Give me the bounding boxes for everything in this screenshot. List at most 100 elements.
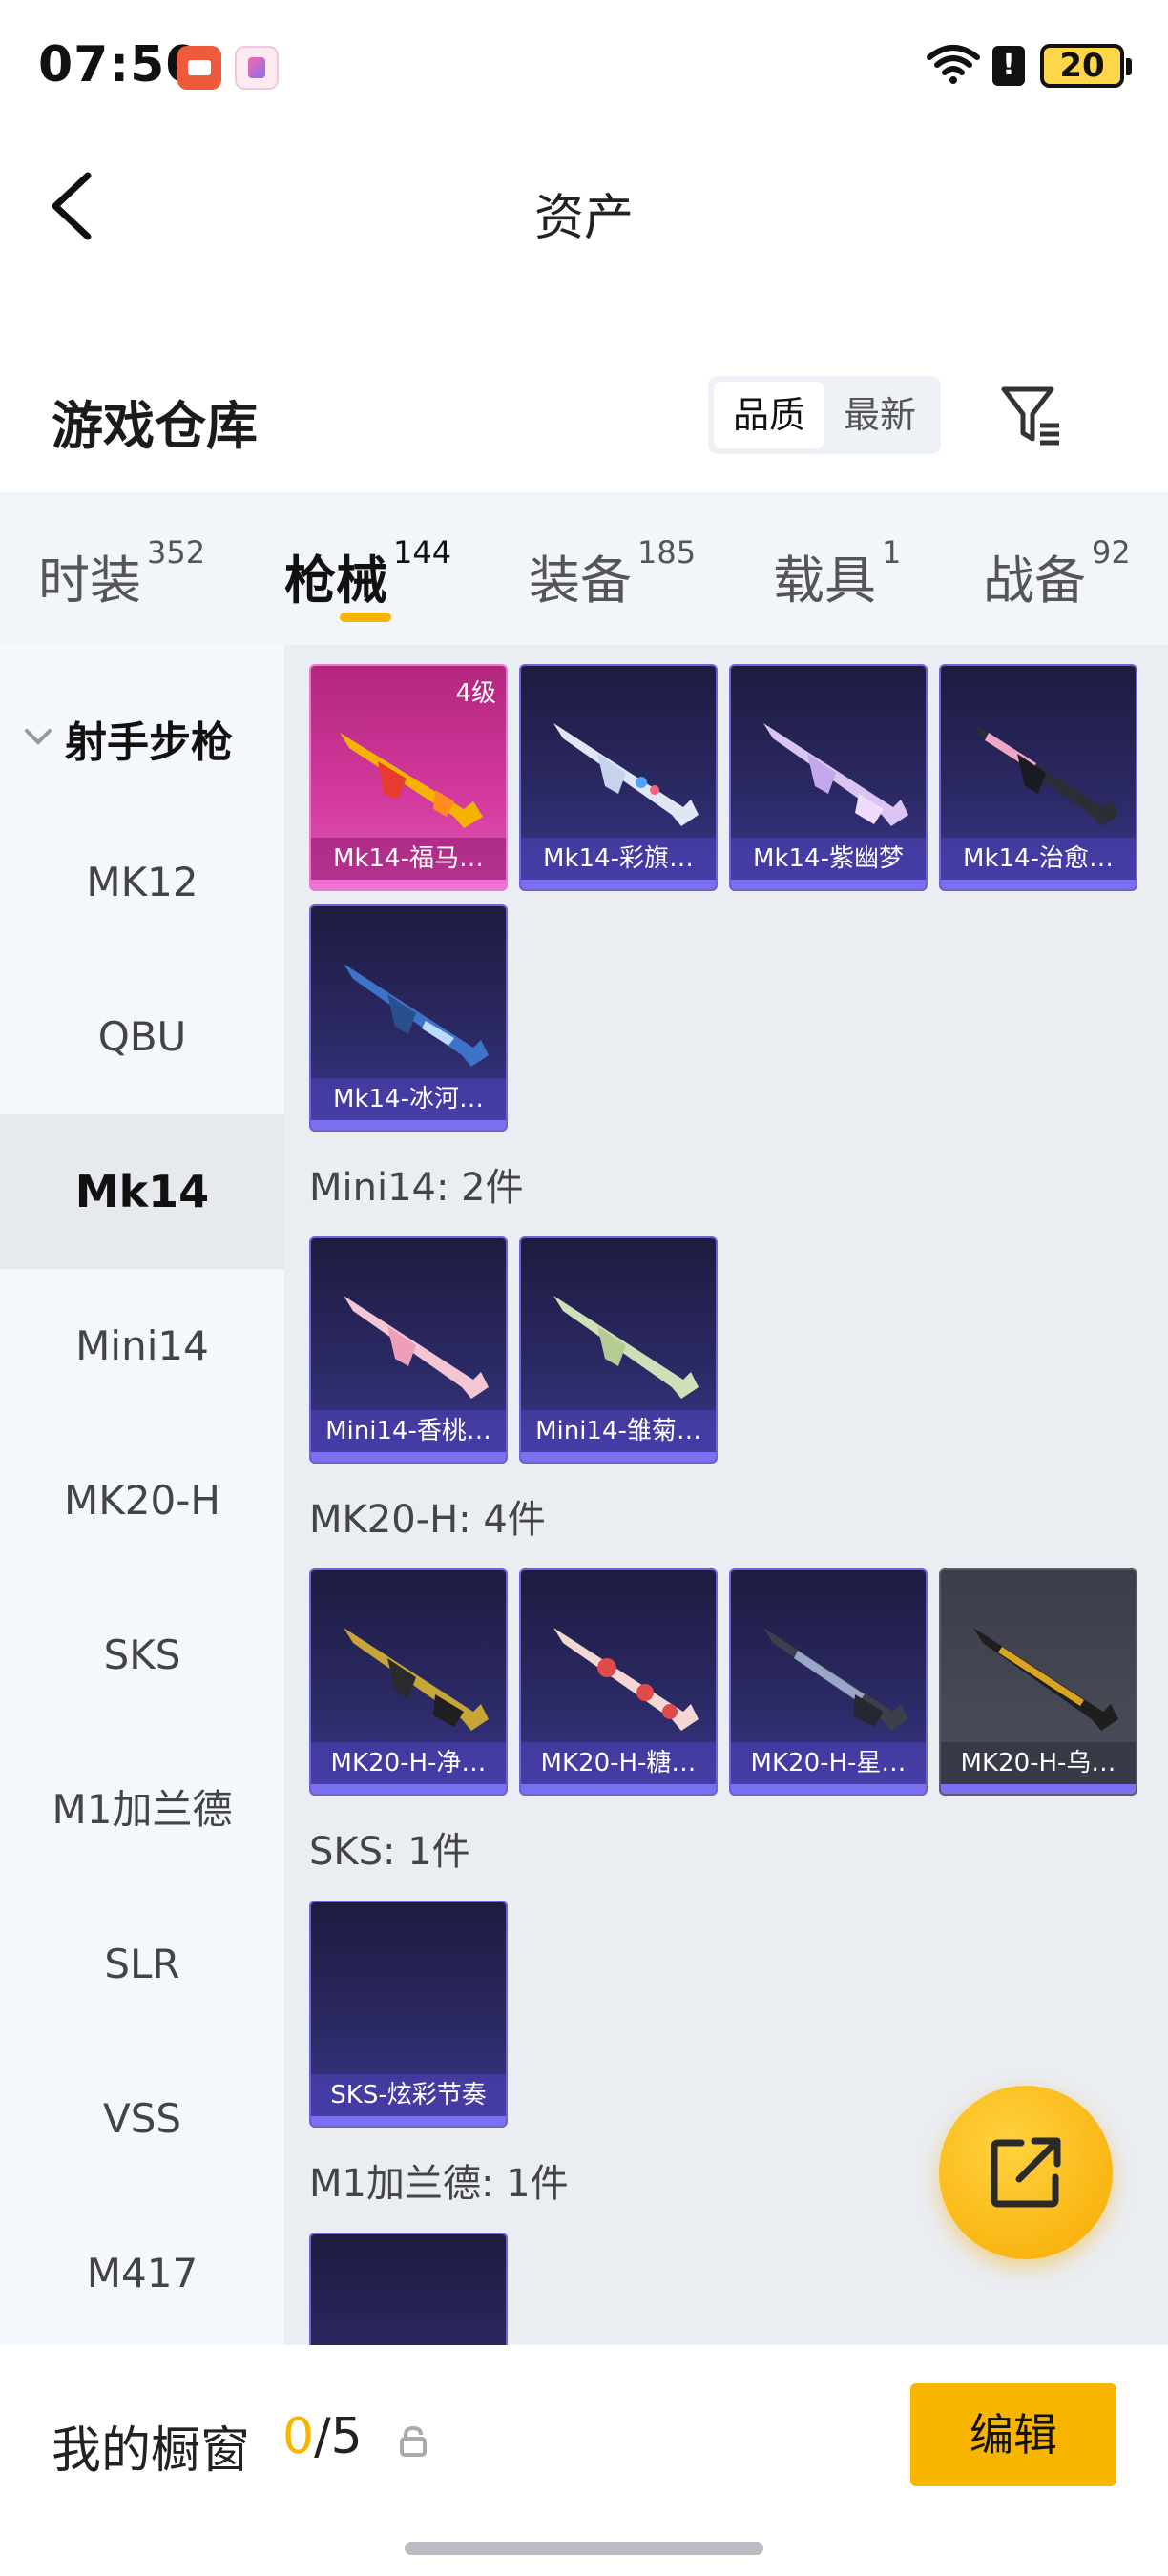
sort-toggle: 品质 最新	[708, 376, 941, 454]
sidebar-item-mk14[interactable]: Mk14	[0, 1114, 284, 1269]
status-bar: 07:50 ! 20	[0, 0, 1168, 134]
home-indicator[interactable]	[405, 2542, 763, 2555]
skin-card[interactable]: MK20-H-星…	[729, 1568, 928, 1796]
app-notification-icon	[177, 46, 221, 90]
group-heading-mk20h: MK20-H: 4件	[309, 1498, 546, 1542]
sidebar-item-mini14[interactable]: Mini14	[0, 1269, 284, 1423]
skin-name: SKS-炫彩节奏	[311, 2074, 506, 2116]
skin-name: MK20-H-净…	[311, 1742, 506, 1784]
rifle-skin-image	[553, 723, 699, 826]
sidebar-group-label: 射手步枪	[65, 718, 233, 767]
skin-name: Mk14-福马…	[311, 838, 506, 880]
skin-card[interactable]: Mini14-香桃…	[309, 1236, 508, 1464]
rarity-bar	[311, 1120, 506, 1130]
rarity-bar	[941, 880, 1136, 889]
skin-name: MK20-H-乌…	[941, 1742, 1136, 1784]
clock: 07:50	[38, 36, 201, 93]
rarity-bar	[311, 1452, 506, 1462]
skin-card[interactable]: MK20-H-乌…	[939, 1568, 1137, 1796]
sidebar-item-qbu[interactable]: QBU	[0, 960, 284, 1114]
sort-option-quality[interactable]: 品质	[714, 382, 824, 448]
tab-guns[interactable]: 枪械 144	[284, 534, 451, 613]
group-heading-m1-garand: M1加兰德: 1件	[309, 2162, 569, 2206]
filter-button[interactable]	[998, 382, 1065, 448]
category-tabs: 时装 352 枪械 144 装备 185 载具 1 战备 92	[0, 492, 1168, 645]
tab-count: 185	[637, 534, 697, 571]
rarity-bar	[731, 880, 926, 889]
skin-name: Mk14-紫幽梦	[731, 838, 926, 880]
skin-card[interactable]: MK20-H-糖…	[519, 1568, 718, 1796]
skin-card[interactable]: Mk14-彩旗…	[519, 664, 718, 891]
tab-label: 战备	[983, 551, 1086, 611]
rifle-skin-image	[344, 964, 489, 1067]
tab-vehicles[interactable]: 载具 1	[773, 534, 901, 613]
chevron-down-icon	[25, 729, 52, 745]
skin-card[interactable]: SKS-炫彩节奏	[309, 1901, 508, 2128]
sidebar-item-m417[interactable]: M417	[0, 2196, 284, 2351]
skin-card[interactable]: MK20-H-净…	[309, 1568, 508, 1796]
skin-name: Mk14-治愈…	[941, 838, 1136, 880]
tab-label: 载具	[773, 551, 876, 611]
skin-name: Mk14-彩旗…	[521, 838, 716, 880]
rifle-skin-image	[344, 1628, 489, 1731]
share-external-icon	[991, 2137, 1061, 2208]
sort-option-newest[interactable]: 最新	[824, 382, 935, 448]
tab-equipment[interactable]: 装备 185	[529, 534, 696, 613]
sidebar-item-mk20h[interactable]: MK20-H	[0, 1423, 284, 1578]
skin-name: MK20-H-星…	[731, 1742, 926, 1784]
sidebar-item-mk12[interactable]: MK12	[0, 805, 284, 960]
sidebar-item-slr[interactable]: SLR	[0, 1887, 284, 2042]
group-heading-mini14: Mini14: 2件	[309, 1166, 524, 1210]
skin-name: MK20-H-糖…	[521, 1742, 716, 1784]
showcase-count: 0/5	[282, 2408, 363, 2465]
rarity-bar	[521, 1452, 716, 1462]
rarity-bar	[941, 1784, 1136, 1794]
showcase-total: /5	[314, 2408, 363, 2465]
app-notification-icon-2	[235, 46, 279, 90]
rifle-skin-image	[553, 1296, 699, 1399]
rarity-bar	[521, 1784, 716, 1794]
share-fab-button[interactable]	[939, 2086, 1113, 2259]
rifle-skin-image	[553, 1628, 699, 1731]
showcase-current: 0	[282, 2408, 315, 2465]
skin-card[interactable]: Mk14-冰河…	[309, 904, 508, 1132]
subcategory-sidebar: 射手步枪 MK12 QBU Mk14 Mini14 MK20-H SKS M1加…	[0, 645, 284, 2345]
skin-card[interactable]: Mk14-紫幽梦	[729, 664, 928, 891]
rifle-skin-image	[763, 1628, 908, 1731]
rifle-skin-image	[344, 1296, 489, 1399]
skin-name: Mk14-冰河…	[311, 1078, 506, 1120]
tab-count: 352	[147, 534, 206, 571]
rarity-bar	[311, 880, 506, 889]
rarity-bar	[521, 880, 716, 889]
tab-count: 92	[1092, 534, 1131, 571]
skin-name: Mini14-雏菊…	[521, 1410, 716, 1452]
rifle-skin-image	[340, 733, 483, 828]
battery-icon: 20	[1040, 44, 1132, 88]
tab-count: 144	[393, 534, 452, 571]
skin-card[interactable]: 4级 Mk14-福马…	[309, 664, 508, 891]
tab-label: 装备	[529, 551, 632, 611]
skin-card[interactable]: Mini14-雏菊…	[519, 1236, 718, 1464]
tab-count: 1	[882, 534, 902, 571]
skin-card[interactable]	[309, 2233, 508, 2345]
filter-icon	[1001, 386, 1059, 446]
rifle-skin-image	[973, 723, 1118, 826]
showcase-label: 我的橱窗	[52, 2422, 251, 2480]
sidebar-item-vss[interactable]: VSS	[0, 2042, 284, 2196]
tab-label: 枪械	[284, 551, 387, 611]
skin-card[interactable]: Mk14-治愈…	[939, 664, 1137, 891]
page-title: 资产	[533, 190, 634, 247]
rarity-bar	[311, 2116, 506, 2126]
rifle-skin-image	[973, 1628, 1118, 1731]
rifle-skin-image	[763, 723, 908, 826]
alert-icon: !	[992, 46, 1025, 86]
tab-combat-gear[interactable]: 战备 92	[983, 534, 1131, 613]
tab-label: 时装	[38, 551, 141, 611]
rarity-bar	[731, 1784, 926, 1794]
sidebar-item-sks[interactable]: SKS	[0, 1578, 284, 1733]
sidebar-item-m1-garand[interactable]: M1加兰德	[0, 1733, 284, 1887]
group-heading-sks: SKS: 1件	[309, 1830, 470, 1874]
wifi-icon	[927, 45, 980, 84]
tab-fashion[interactable]: 时装 352	[38, 534, 205, 613]
edit-button[interactable]: 编辑	[910, 2383, 1116, 2486]
